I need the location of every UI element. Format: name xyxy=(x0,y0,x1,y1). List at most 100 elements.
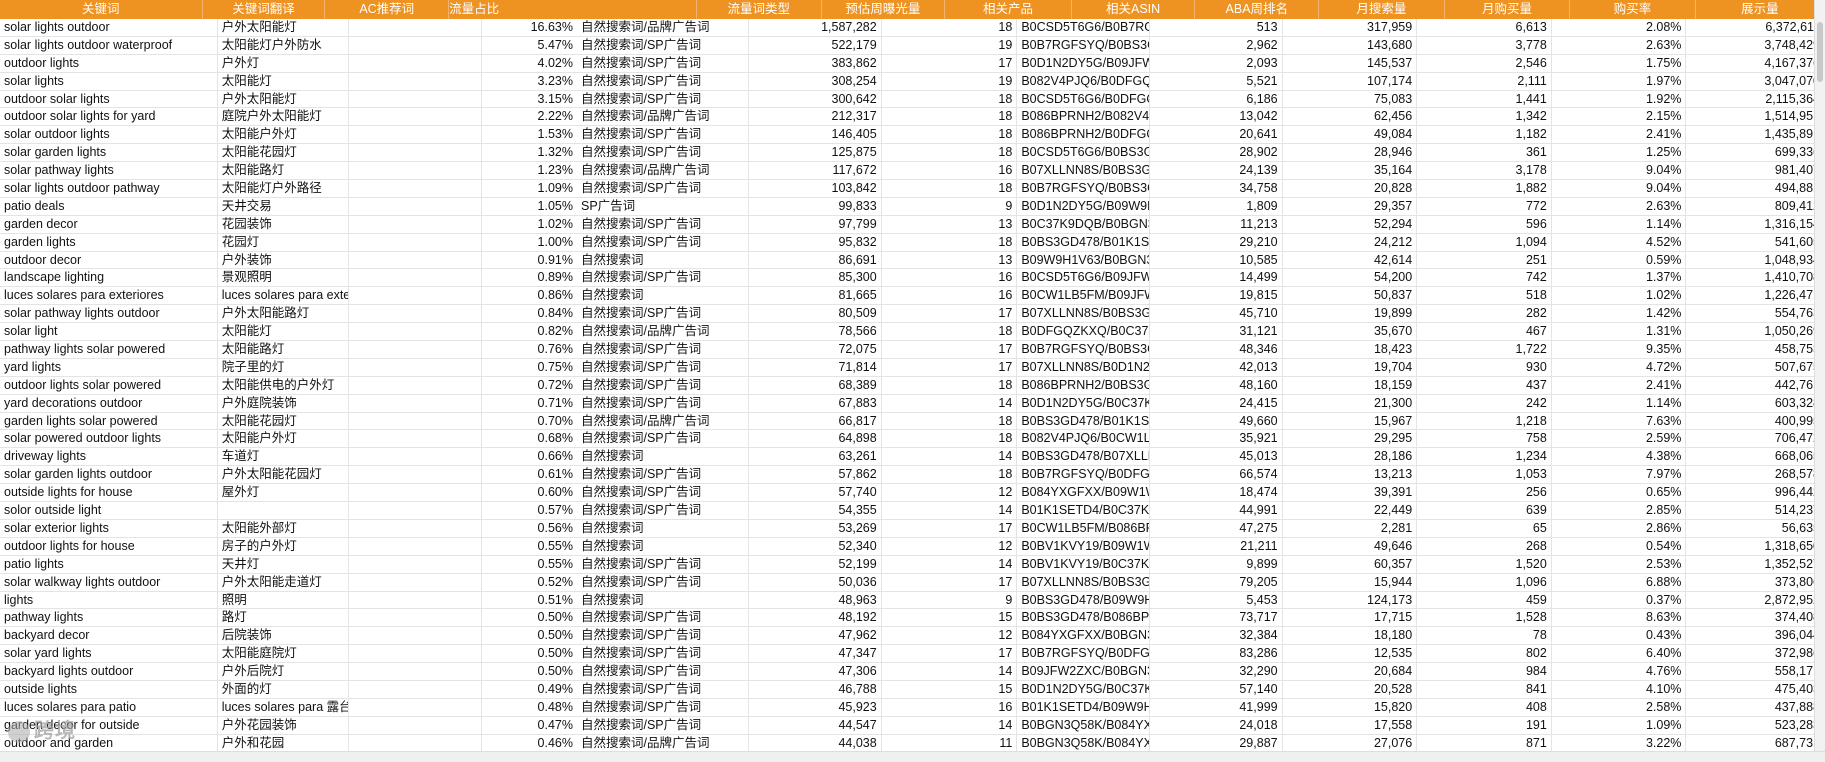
table-row[interactable]: patio deals 天井交易 1.05% SP广告词 99,833 9 B0D1N2DY… xyxy=(0,197,1825,216)
table-cell[interactable]: 54,200 xyxy=(1283,269,1418,287)
table-cell[interactable]: 64,898 xyxy=(749,430,882,448)
traffic-cell[interactable]: 3.15% 自然搜索词/SP广告词 xyxy=(482,90,750,108)
table-cell[interactable]: 996,442 xyxy=(1686,484,1825,502)
table-cell[interactable]: 6.40% xyxy=(1552,645,1687,663)
table-cell[interactable]: 39,391 xyxy=(1283,484,1418,502)
table-cell[interactable] xyxy=(349,537,482,555)
table-cell[interactable]: B0CSD5T6G6/B0BS3GD xyxy=(1017,144,1150,162)
table-cell[interactable] xyxy=(349,90,482,108)
table-cell[interactable]: solar garden lights xyxy=(0,144,218,162)
table-row[interactable]: outdoor decor 户外装饰 0.91% 自然搜索词 86,691 13 B09W9… xyxy=(0,251,1825,270)
table-cell[interactable]: 31,121 xyxy=(1150,323,1283,341)
table-cell[interactable] xyxy=(349,430,482,448)
column-header[interactable]: 相关ASIN xyxy=(1072,0,1196,19)
column-header[interactable]: 流量占比 xyxy=(449,0,697,19)
table-cell[interactable]: 路灯 xyxy=(218,609,350,627)
table-cell[interactable]: 太阳能庭院灯 xyxy=(218,645,350,663)
table-cell[interactable]: 4.52% xyxy=(1552,233,1687,251)
table-cell[interactable]: 1,318,650 xyxy=(1686,537,1825,555)
table-cell[interactable]: 16 xyxy=(882,269,1018,287)
table-cell[interactable] xyxy=(349,448,482,466)
table-cell[interactable]: 18 xyxy=(882,430,1018,448)
table-cell[interactable]: 车道灯 xyxy=(218,448,350,466)
table-cell[interactable]: 34,758 xyxy=(1150,180,1283,197)
table-cell[interactable]: B0B7RGFSYQ/B0DFGQZ xyxy=(1017,466,1150,484)
traffic-cell[interactable]: 4.02% 自然搜索词/SP广告词 xyxy=(482,54,750,72)
traffic-cell[interactable]: 1.02% 自然搜索词/SP广告词 xyxy=(482,215,750,233)
table-cell[interactable]: 3,748,429 xyxy=(1686,36,1825,54)
table-row[interactable]: solar garden lights outdoor 户外太阳能花园灯 0.61%… xyxy=(0,466,1825,485)
table-cell[interactable]: solar exterior lights xyxy=(0,519,218,537)
table-cell[interactable] xyxy=(349,376,482,394)
table-cell[interactable]: B086BPRNH2/B0DFGQZ xyxy=(1017,126,1150,144)
table-cell[interactable]: 户外太阳能路灯 xyxy=(218,305,350,323)
table-cell[interactable]: 户外和花园 xyxy=(218,734,350,752)
traffic-cell[interactable]: 0.56% 自然搜索词 xyxy=(482,519,750,537)
table-cell[interactable]: 景观照明 xyxy=(218,269,350,287)
table-cell[interactable] xyxy=(349,609,482,627)
table-cell[interactable]: 44,991 xyxy=(1150,502,1283,519)
table-cell[interactable]: 9.04% xyxy=(1552,162,1687,180)
table-cell[interactable]: 19,815 xyxy=(1150,287,1283,305)
traffic-cell[interactable]: 0.48% 自然搜索词/SP广告词 xyxy=(482,698,750,716)
table-cell[interactable]: 户外太阳能灯 xyxy=(218,19,350,36)
table-cell[interactable]: 514,237 xyxy=(1686,502,1825,519)
table-cell[interactable]: 户外太阳能走道灯 xyxy=(218,573,350,591)
table-cell[interactable]: 9 xyxy=(882,197,1018,215)
table-cell[interactable]: 871 xyxy=(1417,734,1552,752)
table-cell[interactable] xyxy=(349,698,482,716)
table-cell[interactable]: 户外装饰 xyxy=(218,251,350,269)
table-cell[interactable]: 6.88% xyxy=(1552,573,1687,591)
table-cell[interactable]: 1.14% xyxy=(1552,215,1687,233)
table-cell[interactable]: 706,472 xyxy=(1686,430,1825,448)
spreadsheet-grid[interactable]: 关键词 关键词翻译 AC推荐词 流量占比 流量词类型 预估周曝光量 相关产品 相关ASIN AB… xyxy=(0,0,1825,753)
table-cell[interactable]: 15 xyxy=(882,680,1018,698)
table-cell[interactable]: B0C37K9DQB/B0BGN3C xyxy=(1017,215,1150,233)
table-cell[interactable]: 3,047,070 xyxy=(1686,72,1825,90)
table-cell[interactable]: 6,613 xyxy=(1417,19,1552,36)
traffic-cell[interactable]: 1.09% 自然搜索词/SP广告词 xyxy=(482,180,750,197)
table-cell[interactable]: 2,111 xyxy=(1417,72,1552,90)
table-cell[interactable]: 17 xyxy=(882,573,1018,591)
table-row[interactable]: outdoor lights for house 房子的户外灯 0.55% 自然搜索词… xyxy=(0,537,1825,556)
table-cell[interactable]: 12 xyxy=(882,537,1018,555)
table-cell[interactable]: 143,680 xyxy=(1283,36,1418,54)
table-cell[interactable]: 1.25% xyxy=(1552,144,1687,162)
traffic-cell[interactable]: 1.00% 自然搜索词/SP广告词 xyxy=(482,233,750,251)
table-cell[interactable]: 191 xyxy=(1417,716,1552,734)
table-cell[interactable]: 9.04% xyxy=(1552,180,1687,197)
table-cell[interactable]: 541,605 xyxy=(1686,233,1825,251)
table-row[interactable]: pathway lights solar powered 太阳能路灯 0.76% 自然… xyxy=(0,341,1825,359)
table-cell[interactable]: 照明 xyxy=(218,591,350,609)
table-cell[interactable]: 11,213 xyxy=(1150,215,1283,233)
table-cell[interactable]: 0.54% xyxy=(1552,537,1687,555)
table-cell[interactable]: 125,875 xyxy=(749,144,882,162)
traffic-cell[interactable]: 0.46% 自然搜索词/品牌广告词 xyxy=(482,734,750,752)
table-row[interactable]: yard decorations outdoor 户外庭院装饰 0.71% 自然搜索词… xyxy=(0,394,1825,413)
table-row[interactable]: landscape lighting 景观照明 0.89% 自然搜索词/SP广告词 85… xyxy=(0,269,1825,288)
table-cell[interactable]: 145,537 xyxy=(1283,54,1418,72)
table-row[interactable]: solar powered outdoor lights 太阳能户外灯 0.68% 自… xyxy=(0,430,1825,449)
table-cell[interactable]: B0BGN3Q58K/B084YXG xyxy=(1017,734,1150,752)
table-cell[interactable]: B084YXGFXX/B09W1WI xyxy=(1017,484,1150,502)
table-row[interactable]: yard lights 院子里的灯 0.75% 自然搜索词/SP广告词 71,814 17… xyxy=(0,358,1825,377)
table-cell[interactable]: 72,075 xyxy=(749,341,882,358)
traffic-cell[interactable]: 16.63% 自然搜索词/品牌广告词 xyxy=(482,19,750,36)
table-row[interactable]: solar yard lights 太阳能庭院灯 0.50% 自然搜索词/SP广告词 4… xyxy=(0,645,1825,664)
table-cell[interactable] xyxy=(349,394,482,412)
table-cell[interactable]: 7.97% xyxy=(1552,466,1687,484)
table-cell[interactable]: 太阳能路灯 xyxy=(218,162,350,180)
traffic-cell[interactable]: 0.49% 自然搜索词/SP广告词 xyxy=(482,680,750,698)
table-cell[interactable]: 18 xyxy=(882,412,1018,430)
table-cell[interactable]: 18,180 xyxy=(1283,627,1418,645)
table-cell[interactable]: 2,546 xyxy=(1417,54,1552,72)
table-cell[interactable]: 317,959 xyxy=(1283,19,1418,36)
table-cell[interactable]: 66,817 xyxy=(749,412,882,430)
table-cell[interactable] xyxy=(349,680,482,698)
table-cell[interactable]: 14 xyxy=(882,448,1018,466)
table-row[interactable]: luces solares para exteriores luces solar… xyxy=(0,287,1825,306)
column-header[interactable]: 关键词 xyxy=(0,0,203,19)
table-cell[interactable]: 太阳能外部灯 xyxy=(218,519,350,537)
table-cell[interactable]: B0B7RGFSYQ/B0BS3GD xyxy=(1017,341,1150,358)
table-cell[interactable]: 12 xyxy=(882,627,1018,645)
